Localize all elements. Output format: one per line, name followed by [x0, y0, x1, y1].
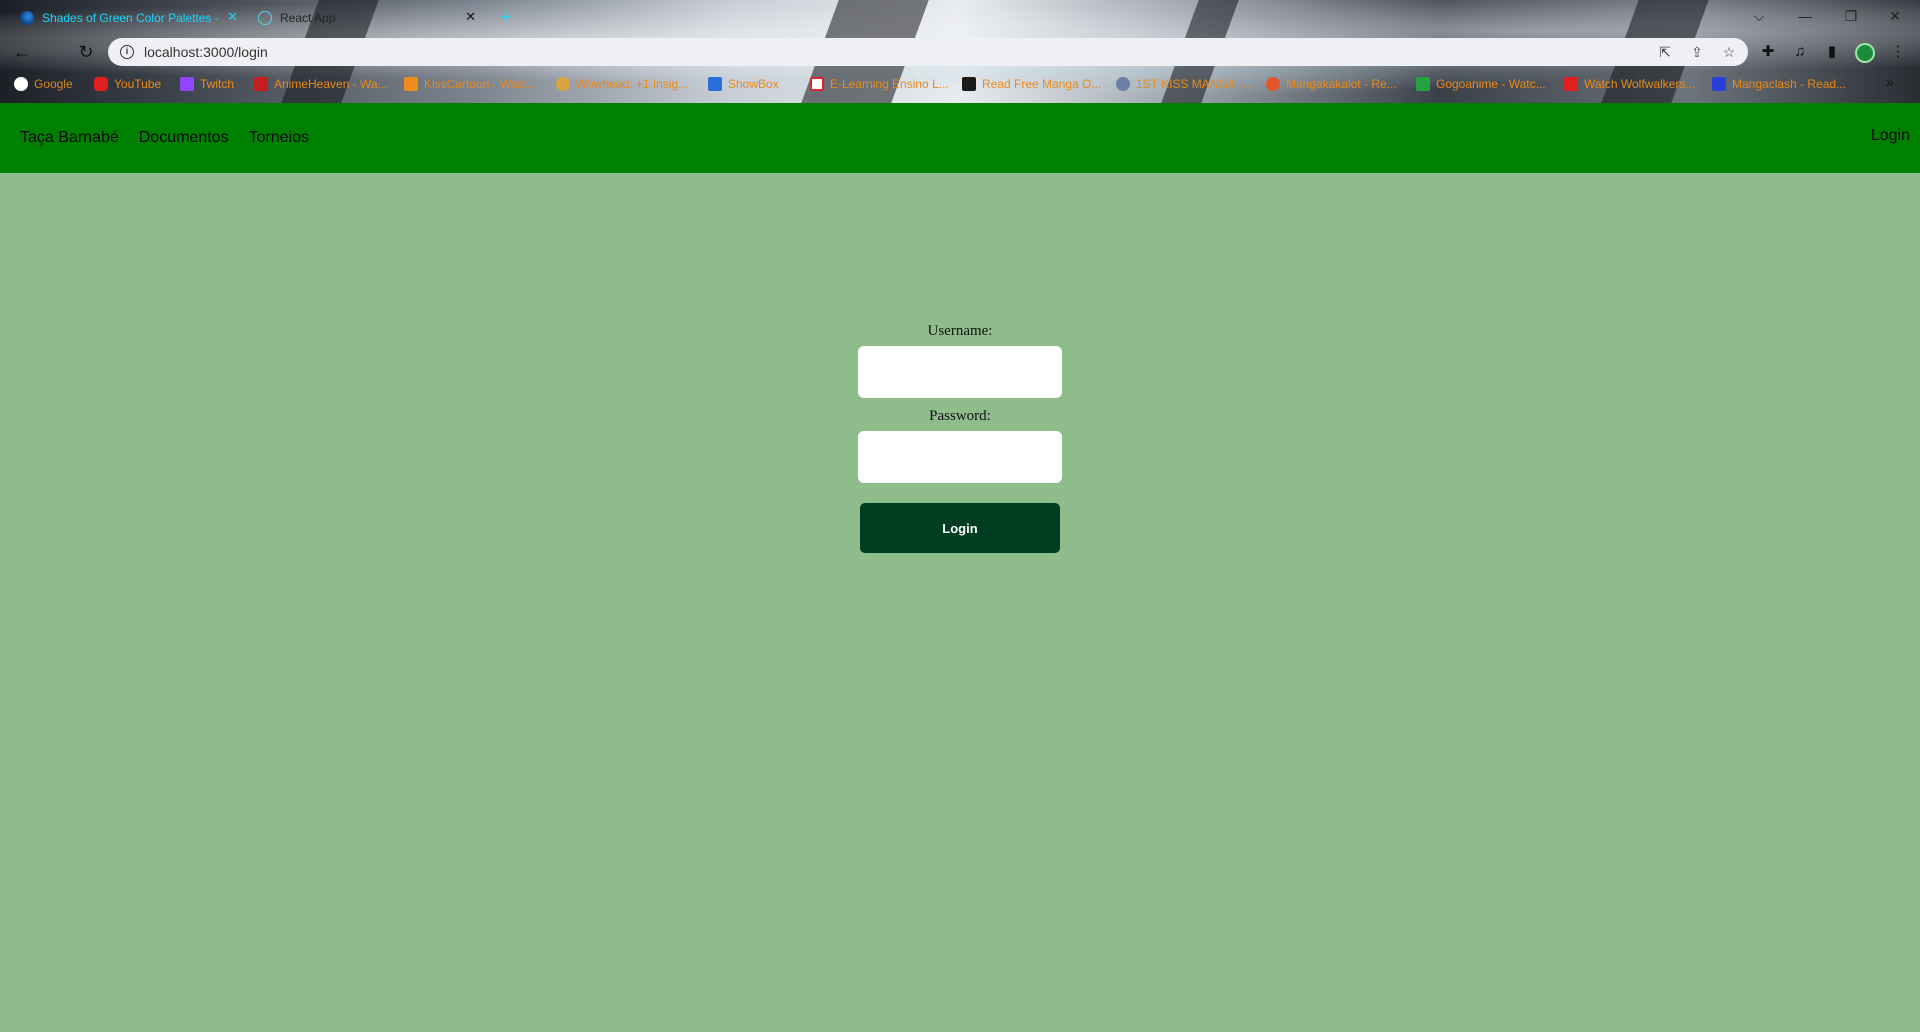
twitch-icon — [180, 77, 194, 91]
close-icon[interactable]: ✕ — [227, 10, 238, 24]
bookmark-label: Twitch — [200, 77, 235, 91]
site-info-icon[interactable]: i — [120, 45, 134, 59]
nav-brand-link[interactable]: Taça Barnabé — [20, 129, 119, 147]
bookmark-label: Google — [34, 77, 73, 91]
minimize-button[interactable]: — — [1782, 4, 1828, 28]
bookmark-label: Mangakakalot - Re... — [1286, 77, 1397, 91]
bookmarks-overflow-icon[interactable]: » — [1886, 74, 1894, 90]
google-icon — [14, 77, 28, 91]
login-submit-button[interactable]: Login — [860, 503, 1060, 553]
site-navbar: Taça Barnabé Documentos Torneios Login — [0, 103, 1920, 173]
bookmark-read-free-manga[interactable]: Read Free Manga O... — [962, 74, 1101, 94]
nav-link-documentos[interactable]: Documentos — [139, 129, 229, 147]
url-text[interactable]: localhost:3000/login — [144, 44, 268, 60]
address-bar[interactable]: i localhost:3000/login ⇱ ⇪ ☆ — [108, 38, 1748, 66]
palette-favicon-icon — [20, 11, 34, 25]
nav-login-link[interactable]: Login — [1871, 127, 1910, 145]
login-form: Username: Password: Login — [858, 323, 1062, 553]
bookmark-mangaclash[interactable]: Mangaclash - Read... — [1712, 74, 1846, 94]
browser-toolbar: ← → ↻ i localhost:3000/login ⇱ ⇪ ☆ ✚ ♫ ▮… — [0, 36, 1920, 68]
forward-arrow-icon[interactable]: → — [42, 40, 66, 64]
bookmark-label: Read Free Manga O... — [982, 77, 1102, 91]
youtube-icon — [94, 77, 108, 91]
bookmark-wowhead[interactable]: Wowhead: +1 Insig... — [556, 74, 688, 94]
bookmark-label: E-Learning Ensino L... — [830, 77, 949, 91]
bookmark-twitch[interactable]: Twitch — [180, 74, 234, 94]
bookmark-gogoanime[interactable]: Gogoanime - Watc... — [1416, 74, 1546, 94]
react-favicon-icon — [258, 11, 272, 25]
side-panel-icon[interactable]: ▮ — [1820, 40, 1844, 64]
bookmark-star-icon[interactable]: ☆ — [1718, 42, 1740, 62]
bookmark-youtube[interactable]: YouTube — [94, 74, 161, 94]
bookmark-wolfwalkers[interactable]: Watch Wolfwalkers... — [1564, 74, 1695, 94]
tab-title: Shades of Green Color Palettes - — [42, 11, 219, 25]
bookmark-elearning[interactable]: E-Learning Ensino L... — [810, 74, 949, 94]
mangaclash-icon — [1712, 77, 1726, 91]
elearning-icon — [810, 77, 824, 91]
bookmark-1st-kiss-manga[interactable]: 1ST KISS MANGA -... — [1116, 74, 1252, 94]
gogoanime-icon — [1416, 77, 1430, 91]
password-label: Password: — [929, 408, 991, 424]
open-in-app-icon[interactable]: ⇱ — [1654, 42, 1676, 62]
bookmark-label: Watch Wolfwalkers... — [1584, 77, 1696, 91]
bookmark-label: Gogoanime - Watc... — [1436, 77, 1546, 91]
username-input[interactable] — [858, 346, 1062, 398]
bookmark-label: KissCartoon - Watc... — [424, 77, 537, 91]
animeheaven-icon — [254, 77, 268, 91]
share-icon[interactable]: ⇪ — [1686, 42, 1708, 62]
tab-react-app[interactable]: React App ✕ — [248, 4, 484, 32]
bookmark-label: AnimeHeaven - Wa... — [274, 77, 388, 91]
profile-avatar[interactable] — [1855, 43, 1875, 63]
bookmarks-bar: Google YouTube Twitch AnimeHeaven - Wa..… — [0, 72, 1920, 96]
extensions-puzzle-icon[interactable]: ✚ — [1756, 40, 1780, 64]
bookmark-showbox[interactable]: ShowBox — [708, 74, 779, 94]
bookmark-label: YouTube — [114, 77, 162, 91]
manga-icon — [962, 77, 976, 91]
tab-search-chevron-icon[interactable]: ⌵ — [1736, 4, 1782, 28]
kissmanga-icon — [1116, 77, 1130, 91]
nav-link-torneios[interactable]: Torneios — [249, 129, 309, 147]
showbox-icon — [708, 77, 722, 91]
tab-shades-of-green[interactable]: Shades of Green Color Palettes - ✕ — [10, 4, 246, 32]
tab-title: React App — [280, 11, 336, 25]
bookmark-animeheaven[interactable]: AnimeHeaven - Wa... — [254, 74, 388, 94]
media-controls-icon[interactable]: ♫ — [1788, 40, 1812, 64]
tab-bar: Shades of Green Color Palettes - ✕ React… — [0, 0, 1920, 32]
back-arrow-icon[interactable]: ← — [10, 40, 34, 64]
password-input[interactable] — [858, 431, 1062, 483]
close-window-button[interactable]: ✕ — [1872, 4, 1918, 28]
bookmark-label: Mangaclash - Read... — [1732, 77, 1847, 91]
browser-chrome: Shades of Green Color Palettes - ✕ React… — [0, 0, 1920, 103]
bookmark-label: 1ST KISS MANGA -... — [1136, 77, 1253, 91]
wolfwalkers-icon — [1564, 77, 1578, 91]
close-icon[interactable]: ✕ — [465, 10, 476, 24]
new-tab-button[interactable]: + — [494, 6, 518, 28]
reload-icon[interactable]: ↻ — [74, 40, 98, 64]
bookmark-label: Wowhead: +1 Insig... — [576, 77, 689, 91]
mangakakalot-icon — [1266, 77, 1280, 91]
bookmark-mangakakalot[interactable]: Mangakakalot - Re... — [1266, 74, 1397, 94]
bookmark-google[interactable]: Google — [14, 74, 73, 94]
wowhead-icon — [556, 77, 570, 91]
restore-button[interactable]: ❐ — [1828, 4, 1874, 28]
bookmark-kisscartoon[interactable]: KissCartoon - Watc... — [404, 74, 537, 94]
kisscartoon-icon — [404, 77, 418, 91]
bookmark-label: ShowBox — [728, 77, 779, 91]
username-label: Username: — [927, 323, 993, 339]
menu-kebab-icon[interactable]: ⋮ — [1886, 40, 1910, 64]
